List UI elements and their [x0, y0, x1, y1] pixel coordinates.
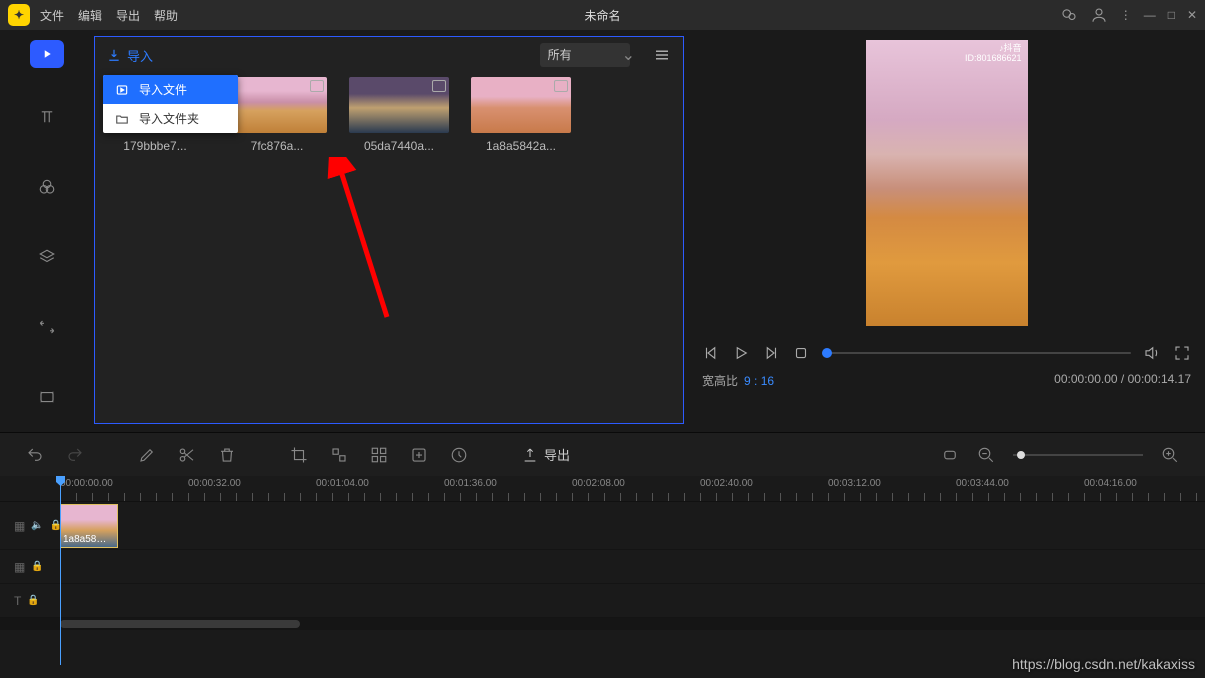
playback-controls	[702, 344, 1191, 362]
zoom-in-button[interactable]	[1161, 446, 1179, 464]
zoom-slider[interactable]	[1013, 454, 1143, 456]
account-icon[interactable]	[1090, 6, 1108, 24]
add-button[interactable]	[410, 446, 428, 464]
audio-track-icon: ▦	[14, 560, 25, 574]
menu-bar: ✦ 文件 编辑 导出 帮助 未命名 ⋮ — □ ✕	[0, 0, 1205, 30]
tab-media[interactable]	[30, 40, 64, 68]
import-dropdown: 导入文件 导入文件夹	[103, 75, 238, 133]
preview-video[interactable]: ♪抖音 ID:801686621	[866, 40, 1028, 326]
split-button[interactable]	[178, 446, 196, 464]
text-track[interactable]: T🔒	[0, 584, 1205, 618]
volume-button[interactable]	[1143, 344, 1161, 362]
video-track-icon: ▦	[14, 519, 25, 533]
speed-button[interactable]	[450, 446, 468, 464]
redo-button[interactable]	[66, 446, 84, 464]
watermark-id: ID:801686621	[965, 53, 1022, 63]
import-label: 导入	[127, 46, 153, 65]
seek-handle[interactable]	[822, 348, 832, 358]
watermark-text: https://blog.csdn.net/kakaxiss	[1012, 656, 1195, 672]
crop-button[interactable]	[290, 446, 308, 464]
media-thumb[interactable]: 7fc876a...	[227, 77, 327, 153]
import-file-option[interactable]: 导入文件	[103, 75, 238, 104]
grid-button[interactable]	[370, 446, 388, 464]
zoom-out-button[interactable]	[977, 446, 995, 464]
tab-filter[interactable]	[26, 166, 68, 208]
window-title: 未命名	[584, 7, 620, 24]
video-badge-icon	[432, 80, 446, 92]
menu-help[interactable]: 帮助	[154, 7, 178, 24]
edit-button[interactable]	[138, 446, 156, 464]
menu-export[interactable]: 导出	[116, 7, 140, 24]
menu-edit[interactable]: 编辑	[78, 7, 102, 24]
lock-icon[interactable]: 🔒	[31, 561, 43, 572]
tab-overlay[interactable]	[26, 236, 68, 278]
tab-element[interactable]	[26, 376, 68, 418]
undo-button[interactable]	[26, 446, 44, 464]
audio-track[interactable]: ▦🔒	[0, 550, 1205, 584]
timeline-toolbar: 导出	[0, 432, 1205, 476]
video-badge-icon	[310, 80, 324, 92]
time-ruler[interactable]: 00:00:00.00 00:00:32.00 00:01:04.00 00:0…	[0, 476, 1205, 502]
media-filter-select[interactable]: 所有	[540, 43, 630, 67]
side-tabs	[0, 30, 94, 430]
media-panel: 导入 所有 ⌄ 导入文件 导入文件夹	[94, 36, 684, 424]
ratio-button[interactable]	[330, 446, 348, 464]
annotation-arrow	[317, 157, 417, 327]
timeline-scrollbar[interactable]	[0, 618, 1205, 630]
media-thumb[interactable]: 1a8a5842a...	[471, 77, 571, 153]
mute-icon[interactable]: 🔈	[31, 520, 43, 531]
stop-button[interactable]	[792, 344, 810, 362]
lock-icon[interactable]: 🔒	[27, 595, 39, 606]
seek-bar[interactable]	[822, 352, 1131, 354]
playhead[interactable]	[60, 476, 61, 665]
close-button[interactable]: ✕	[1187, 8, 1197, 22]
maximize-button[interactable]: □	[1168, 8, 1175, 22]
video-track[interactable]: ▦ 🔈 🔒 1a8a58…	[0, 502, 1205, 550]
menu-items: 文件 编辑 导出 帮助	[40, 7, 178, 24]
app-logo: ✦	[8, 4, 30, 26]
export-button[interactable]: 导出	[522, 445, 570, 464]
zoom-handle[interactable]	[1017, 451, 1025, 459]
fit-button[interactable]	[941, 446, 959, 464]
menu-file[interactable]: 文件	[40, 7, 64, 24]
text-track-icon: T	[14, 594, 21, 608]
preview-panel: ♪抖音 ID:801686621 宽高比9 : 16 00:00:00.00 /…	[688, 30, 1205, 430]
minimize-button[interactable]: —	[1144, 8, 1156, 22]
time-display: 00:00:00.00 / 00:00:14.17	[1054, 372, 1191, 389]
tab-transition[interactable]	[26, 306, 68, 348]
timeline: 00:00:00.00 00:00:32.00 00:01:04.00 00:0…	[0, 476, 1205, 630]
import-folder-option[interactable]: 导入文件夹	[103, 104, 238, 133]
next-frame-button[interactable]	[762, 344, 780, 362]
aspect-ratio: 宽高比9 : 16	[702, 372, 774, 389]
scrollbar-thumb[interactable]	[60, 620, 300, 628]
video-badge-icon	[554, 80, 568, 92]
fullscreen-button[interactable]	[1173, 344, 1191, 362]
list-view-icon[interactable]	[653, 47, 671, 63]
more-icon[interactable]: ⋮	[1120, 8, 1132, 22]
prev-frame-button[interactable]	[702, 344, 720, 362]
tab-text[interactable]	[26, 96, 68, 138]
import-button[interactable]: 导入	[107, 46, 153, 65]
wechat-icon[interactable]	[1060, 6, 1078, 24]
delete-button[interactable]	[218, 446, 236, 464]
timeline-clip[interactable]: 1a8a58…	[60, 504, 118, 548]
media-thumb[interactable]: 05da7440a...	[349, 77, 449, 153]
play-button[interactable]	[732, 344, 750, 362]
watermark-brand: ♪抖音	[999, 43, 1022, 53]
